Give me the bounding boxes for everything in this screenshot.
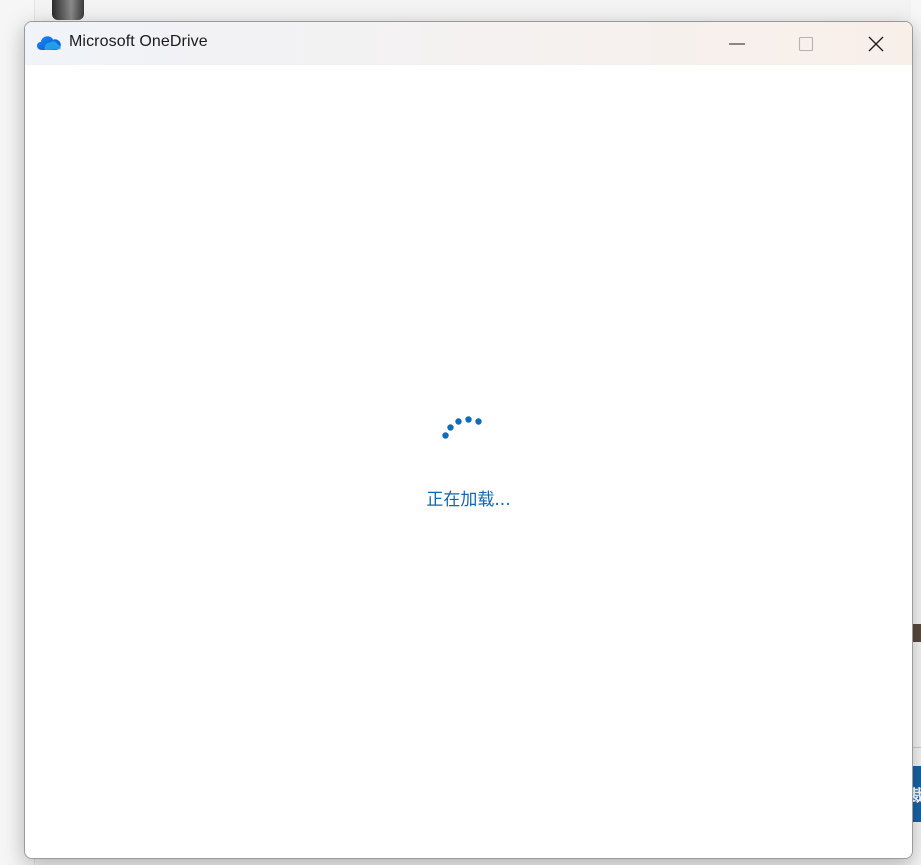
loading-text: 正在加载... xyxy=(426,490,511,510)
maximize-icon xyxy=(798,36,814,51)
onedrive-window: Microsoft OneDrive 正在加载... xyxy=(24,21,913,859)
close-icon xyxy=(868,36,884,51)
close-button[interactable] xyxy=(842,22,910,65)
spinner-dot xyxy=(465,416,472,423)
window-title: Microsoft OneDrive xyxy=(69,33,208,50)
spinner-dot xyxy=(442,432,449,439)
maximize-button[interactable] xyxy=(772,22,840,65)
minimize-icon xyxy=(729,42,745,45)
spinner-dot xyxy=(447,424,454,431)
spinner-dot xyxy=(455,418,462,425)
loading-spinner-icon xyxy=(442,416,482,439)
spinner-dot xyxy=(475,418,482,425)
content-area: 正在加载... xyxy=(25,65,912,858)
minimize-button[interactable] xyxy=(703,22,771,65)
background-thumbnail xyxy=(52,0,84,20)
title-bar[interactable]: Microsoft OneDrive xyxy=(25,22,912,65)
onedrive-cloud-icon xyxy=(37,36,61,50)
